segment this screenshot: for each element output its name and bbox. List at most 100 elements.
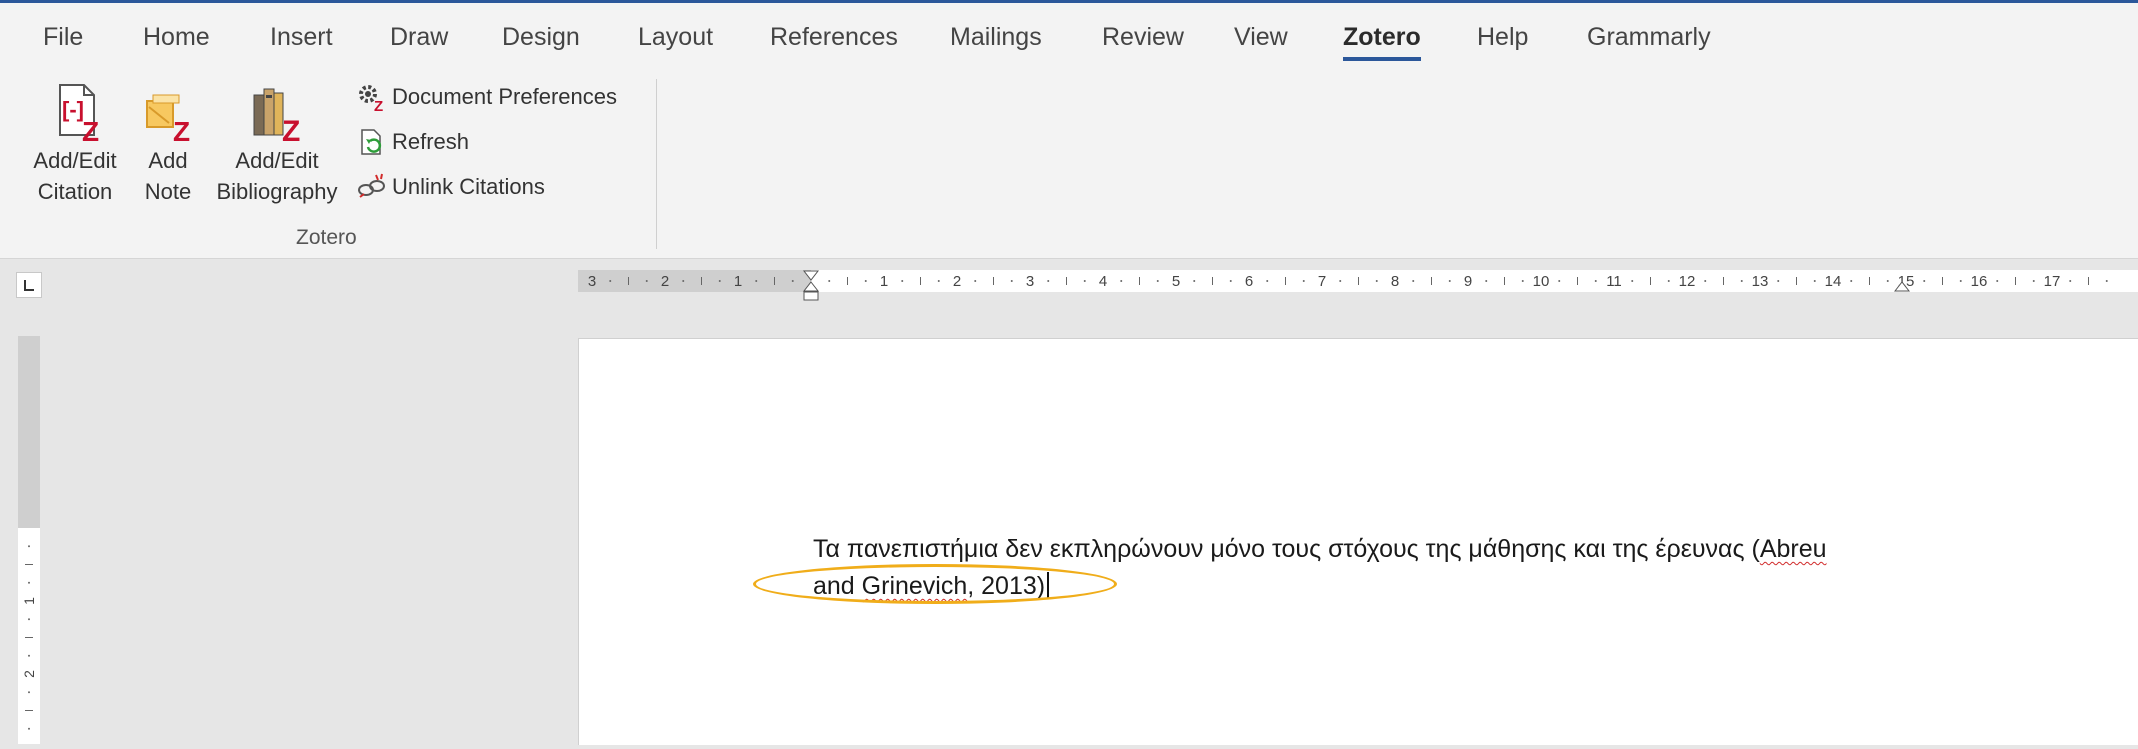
ruler-number: 4	[1099, 273, 1107, 290]
citation-icon: [-] Z	[59, 84, 99, 145]
ruler-dot	[1704, 280, 1707, 282]
ruler-dot	[1156, 280, 1159, 282]
first-line-indent-marker[interactable]	[802, 270, 820, 281]
tab-mailings[interactable]: Mailings	[950, 23, 1042, 52]
ruler-dot	[901, 280, 904, 282]
ruler-ticks: 3 2 1 1 2 3 4 5 6 7 8 9 10 11 12 13 14 15 16 17	[588, 270, 2108, 301]
ruler-dot	[1923, 280, 1926, 282]
tab-grammarly[interactable]: Grammarly	[1587, 23, 1711, 52]
ruler-dot	[1266, 280, 1269, 282]
ruler-number: 12	[1679, 273, 1696, 290]
bibliography-label-line2: Bibliography	[216, 179, 338, 204]
ruler-dot	[1302, 280, 1305, 282]
document-page[interactable]: Τα πανεπιστήμια δεν εκπληρώνουν μόνο του…	[578, 338, 2138, 745]
ruler-dot	[2105, 280, 2108, 282]
bibliography-icon: Z	[253, 88, 300, 145]
horizontal-ruler[interactable]: 3 2 1 1 2 3 4 5 6 7 8 9 10 11 12 13 14 15 16 17	[578, 270, 2138, 301]
ruler-dot	[1886, 280, 1889, 282]
note-label-line2: Note	[144, 179, 192, 204]
left-tab-stop-icon	[24, 280, 34, 291]
note-label-line1: Add	[148, 148, 188, 173]
bibliography-label-line1: Add/Edit	[235, 148, 319, 173]
ruler-number: 2	[661, 273, 669, 290]
refresh-button[interactable]: Refresh	[356, 127, 469, 157]
ruler-dot	[1631, 280, 1634, 282]
ruler-dot	[2032, 280, 2035, 282]
tab-insert[interactable]: Insert	[270, 23, 333, 52]
ruler-dot	[645, 280, 648, 282]
document-preferences-label: Document Preferences	[392, 84, 617, 109]
ruler-dot	[1594, 280, 1597, 282]
tab-design[interactable]: Design	[502, 23, 580, 52]
add-edit-bibliography-button[interactable]: Z Add/Edit Bibliography	[210, 81, 344, 207]
vertical-ruler-dot	[28, 581, 30, 584]
vertical-ruler-top-margin	[18, 336, 40, 528]
vertical-ruler-number: 1	[21, 597, 37, 605]
ruler-dot	[937, 280, 940, 282]
citation-highlight-ellipse	[753, 564, 1117, 604]
ruler-dot	[2069, 280, 2072, 282]
ribbon: [-] Z Add/Edit Citation Z Add Note Z Add…	[0, 73, 2138, 259]
ruler-dot	[1959, 280, 1962, 282]
svg-text:Z: Z	[282, 115, 300, 145]
ruler-dot	[609, 280, 612, 282]
ruler-dot	[1667, 280, 1670, 282]
tab-view[interactable]: View	[1234, 23, 1288, 52]
vertical-ruler[interactable]: 2112	[18, 336, 40, 744]
ruler-dot	[1412, 280, 1415, 282]
ruler-dot	[864, 280, 867, 282]
ruler-dot	[1339, 280, 1342, 282]
ruler-dot	[1521, 280, 1524, 282]
add-note-button[interactable]: Z Add Note	[136, 81, 200, 207]
ruler-dot	[1083, 280, 1086, 282]
unlink-citations-button[interactable]: Unlink Citations	[356, 172, 545, 202]
note-icon: Z	[146, 94, 190, 145]
tab-references[interactable]: References	[770, 23, 898, 52]
ruler-number: 5	[1172, 273, 1180, 290]
ruler-number: 17	[2044, 273, 2061, 290]
add-edit-citation-button[interactable]: [-] Z Add/Edit Citation	[20, 81, 130, 207]
vertical-ruler-dot	[28, 545, 30, 548]
refresh-icon	[361, 129, 382, 155]
ruler-dot	[755, 280, 758, 282]
ruler-dot	[1229, 280, 1232, 282]
document-preferences-button[interactable]: Z Document Preferences	[356, 82, 617, 112]
ruler-number: 11	[1606, 273, 1622, 290]
ruler-dot	[1558, 280, 1561, 282]
tab-help[interactable]: Help	[1477, 23, 1528, 52]
ruler-dot	[1813, 280, 1816, 282]
citation-label-line2: Citation	[37, 179, 113, 204]
citation-author-abreu: Abreu	[1759, 535, 1827, 563]
ruler-number: 9	[1464, 273, 1472, 290]
tab-draw[interactable]: Draw	[390, 23, 448, 52]
ruler-dot	[1996, 280, 1999, 282]
vertical-ruler-number: 2	[21, 670, 37, 678]
ruler-number: 2	[953, 273, 961, 290]
ruler-dot	[974, 280, 977, 282]
vertical-ruler-dot	[28, 654, 30, 657]
ruler-number: 1	[734, 273, 742, 290]
ruler-number: 13	[1752, 273, 1769, 290]
tab-review[interactable]: Review	[1102, 23, 1184, 52]
vertical-ruler-dot	[28, 618, 30, 621]
ruler-number: 14	[1825, 273, 1842, 290]
tab-stop-selector[interactable]	[16, 272, 42, 298]
vertical-ruler-dot	[28, 691, 30, 694]
ruler-number: 1	[880, 273, 888, 290]
tab-layout[interactable]: Layout	[638, 23, 713, 52]
tab-file[interactable]: File	[43, 23, 83, 52]
hanging-indent-marker[interactable]	[802, 281, 820, 292]
gear-icon: Z	[359, 85, 383, 112]
ruler-dot	[1120, 280, 1123, 282]
ruler-number: 6	[1245, 273, 1253, 290]
ruler-number: 8	[1391, 273, 1399, 290]
ruler-number: 3	[1026, 273, 1034, 290]
ruler-dot	[682, 280, 685, 282]
tab-zotero[interactable]: Zotero	[1343, 23, 1421, 61]
left-indent-marker[interactable]	[803, 291, 819, 301]
ruler-number: 10	[1533, 273, 1550, 290]
ruler-dot	[1448, 280, 1451, 282]
ruler-number: 16	[1971, 273, 1988, 290]
svg-text:Z: Z	[374, 98, 383, 112]
tab-home[interactable]: Home	[143, 23, 210, 52]
